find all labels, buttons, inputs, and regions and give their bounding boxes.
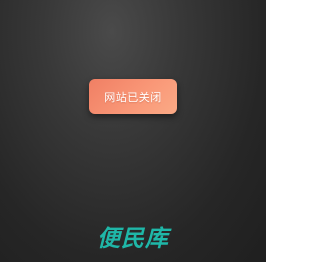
site-closed-message: 网站已关闭 (104, 90, 162, 104)
site-closed-notice: 网站已关闭 (89, 79, 177, 114)
page-background: 网站已关闭 便民库 (0, 0, 266, 262)
brand-logo: 便民库 (97, 226, 169, 252)
